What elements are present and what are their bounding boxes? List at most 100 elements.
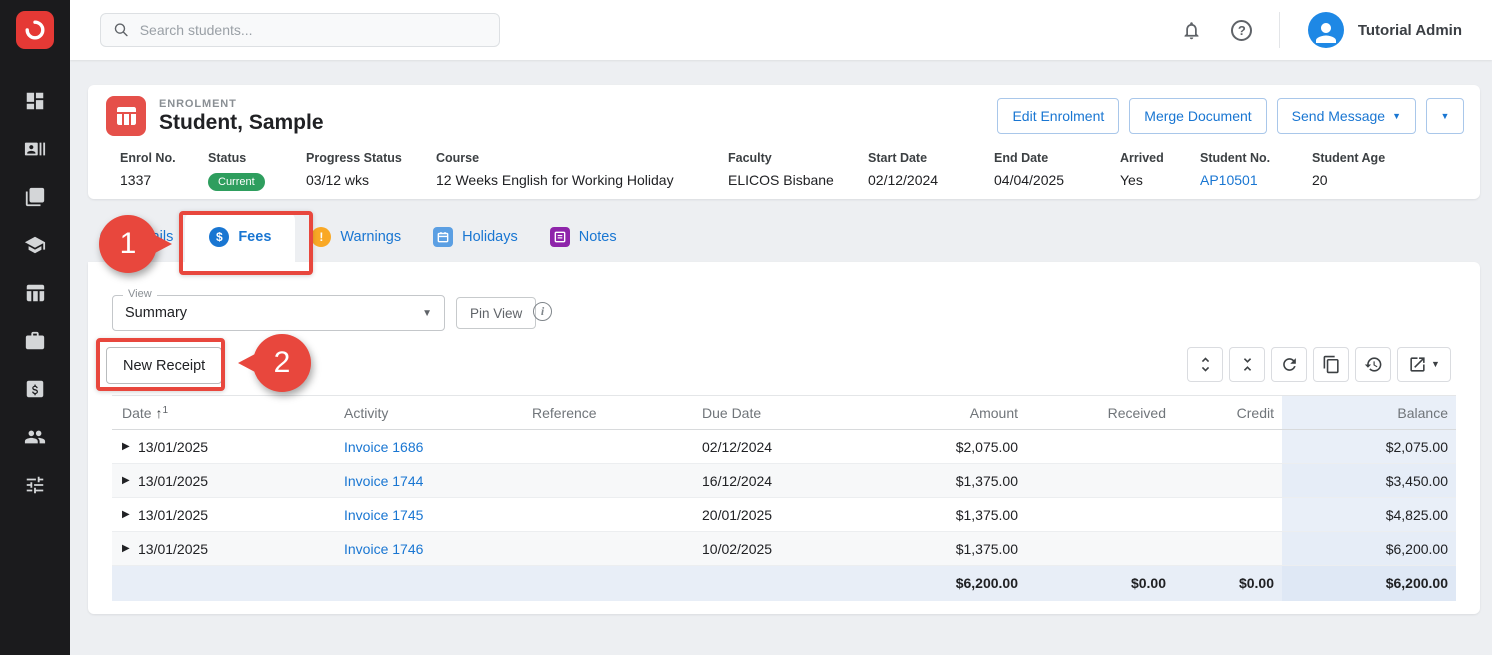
- fees-panel: View Summary ▼ Pin View i New Receipt ▼ …: [88, 262, 1480, 614]
- totals-row: $6,200.00 $0.00 $0.00 $6,200.00: [112, 566, 1456, 601]
- note-icon: [550, 227, 570, 247]
- student-no-link[interactable]: AP10501: [1200, 172, 1312, 188]
- enrolment-titles: ENROLMENT Student, Sample: [159, 98, 324, 135]
- fees-table: Date ↑1 Activity Reference Due Date Amou…: [112, 395, 1456, 601]
- export-button[interactable]: ▼: [1397, 347, 1451, 382]
- column-balance[interactable]: Balance: [1282, 396, 1456, 430]
- collapse-rows-button[interactable]: [1229, 347, 1265, 382]
- table-header-row: Date ↑1 Activity Reference Due Date Amou…: [112, 396, 1456, 430]
- tab-holidays[interactable]: Holidays: [417, 212, 534, 262]
- column-credit[interactable]: Credit: [1174, 396, 1282, 430]
- pin-view-button[interactable]: Pin View: [456, 297, 536, 329]
- merge-document-button[interactable]: Merge Document: [1129, 98, 1266, 134]
- field-course: Course 12 Weeks English for Working Holi…: [436, 151, 728, 191]
- row-expand-icon[interactable]: ▶: [112, 498, 138, 532]
- table-icon[interactable]: [24, 282, 46, 304]
- column-amount[interactable]: Amount: [874, 396, 1026, 430]
- annotation-rect-new-receipt: [96, 338, 225, 391]
- calendar-icon: [433, 227, 453, 247]
- chevron-down-icon: ▼: [1431, 360, 1440, 369]
- column-date[interactable]: Date ↑1: [112, 396, 336, 430]
- edit-enrolment-button[interactable]: Edit Enrolment: [997, 98, 1119, 134]
- total-credit: $0.00: [1174, 566, 1282, 601]
- due-date: 20/01/2025: [694, 498, 874, 532]
- invoice-link[interactable]: Invoice 1746: [344, 541, 423, 557]
- enrolment-fields: Enrol No. 1337 Status Current Progress S…: [88, 142, 1480, 191]
- column-activity[interactable]: Activity: [336, 396, 524, 430]
- table-row[interactable]: ▶ 13/01/2025 Invoice 1686 02/12/2024 $2,…: [112, 430, 1456, 464]
- people-icon[interactable]: [24, 426, 46, 448]
- finance-icon[interactable]: [24, 378, 46, 400]
- due-date: 02/12/2024: [694, 430, 874, 464]
- row-expand-icon[interactable]: ▶: [112, 430, 138, 464]
- sliders-icon[interactable]: [24, 474, 46, 496]
- enrolment-actions: Edit Enrolment Merge Document Send Messa…: [997, 98, 1464, 134]
- export-icon: [1408, 355, 1427, 374]
- expand-rows-button[interactable]: [1187, 347, 1223, 382]
- column-reference[interactable]: Reference: [524, 396, 694, 430]
- app-logo[interactable]: [16, 11, 54, 49]
- briefcase-icon[interactable]: [24, 330, 46, 352]
- notifications-bell-icon[interactable]: [1179, 17, 1205, 43]
- history-restore-button[interactable]: [1355, 347, 1391, 382]
- enrolment-module-icon: [106, 96, 146, 136]
- chevron-down-icon: ▼: [1441, 112, 1450, 121]
- page-title: Student, Sample: [159, 111, 324, 135]
- field-enrol-no: Enrol No. 1337: [120, 151, 208, 191]
- student-search[interactable]: [100, 13, 500, 47]
- field-faculty: Faculty ELICOS Bisbane: [728, 151, 868, 191]
- row-expand-icon[interactable]: ▶: [112, 532, 138, 566]
- person-icon: [1311, 18, 1341, 48]
- field-status: Status Current: [208, 151, 306, 191]
- topbar-divider: [1279, 12, 1280, 48]
- tab-warnings[interactable]: ! Warnings: [295, 212, 417, 262]
- user-name[interactable]: Tutorial Admin: [1358, 22, 1462, 39]
- enrolment-card: ENROLMENT Student, Sample Edit Enrolment…: [88, 85, 1480, 199]
- chevron-down-icon: ▼: [422, 308, 432, 319]
- chevron-down-icon: ▼: [1392, 112, 1401, 121]
- contacts-card-icon[interactable]: [24, 138, 46, 160]
- help-icon[interactable]: ?: [1229, 17, 1255, 43]
- total-balance: $6,200.00: [1282, 566, 1456, 601]
- grid-toolbar: ▼: [1187, 347, 1451, 382]
- invoice-link[interactable]: Invoice 1686: [344, 439, 423, 455]
- table-row[interactable]: ▶ 13/01/2025 Invoice 1745 20/01/2025 $1,…: [112, 498, 1456, 532]
- invoice-link[interactable]: Invoice 1745: [344, 507, 423, 523]
- column-due-date[interactable]: Due Date: [694, 396, 874, 430]
- refresh-button[interactable]: [1271, 347, 1307, 382]
- table-row[interactable]: ▶ 13/01/2025 Invoice 1746 10/02/2025 $1,…: [112, 532, 1456, 566]
- field-progress-status: Progress Status 03/12 wks: [306, 151, 436, 191]
- annotation-rect-fees-tab: [179, 211, 313, 275]
- view-select-label: View: [123, 288, 157, 300]
- view-select[interactable]: View Summary ▼: [112, 295, 445, 331]
- invoice-link[interactable]: Invoice 1744: [344, 473, 423, 489]
- row-expand-icon[interactable]: ▶: [112, 464, 138, 498]
- sidebar-nav: [24, 90, 46, 496]
- field-end-date: End Date 04/04/2025: [994, 151, 1120, 191]
- column-received[interactable]: Received: [1026, 396, 1174, 430]
- view-select-value: Summary: [113, 305, 187, 321]
- duplicate-grid-button[interactable]: [1313, 347, 1349, 382]
- due-date: 16/12/2024: [694, 464, 874, 498]
- sidebar: [0, 0, 70, 655]
- send-message-button[interactable]: Send Message▼: [1277, 98, 1416, 134]
- history-icon: [1364, 355, 1383, 374]
- info-icon[interactable]: i: [533, 302, 552, 321]
- more-actions-button[interactable]: ▼: [1426, 98, 1464, 134]
- annotation-step-1: 1: [99, 215, 157, 273]
- graduation-cap-icon[interactable]: [24, 234, 46, 256]
- field-student-no: Student No. AP10501: [1200, 151, 1312, 191]
- section-label: ENROLMENT: [159, 98, 324, 110]
- search-input[interactable]: [140, 22, 487, 38]
- copy-icon: [1322, 355, 1341, 374]
- tab-notes[interactable]: Notes: [534, 212, 633, 262]
- topbar: ? Tutorial Admin: [70, 0, 1492, 60]
- annotation-step-2: 2: [253, 334, 311, 392]
- dashboard-icon[interactable]: [24, 90, 46, 112]
- documents-icon[interactable]: [24, 186, 46, 208]
- user-avatar[interactable]: [1308, 12, 1344, 48]
- table-row[interactable]: ▶ 13/01/2025 Invoice 1744 16/12/2024 $1,…: [112, 464, 1456, 498]
- field-arrived: Arrived Yes: [1120, 151, 1200, 191]
- collapse-rows-icon: [1238, 355, 1257, 374]
- search-icon: [113, 21, 130, 39]
